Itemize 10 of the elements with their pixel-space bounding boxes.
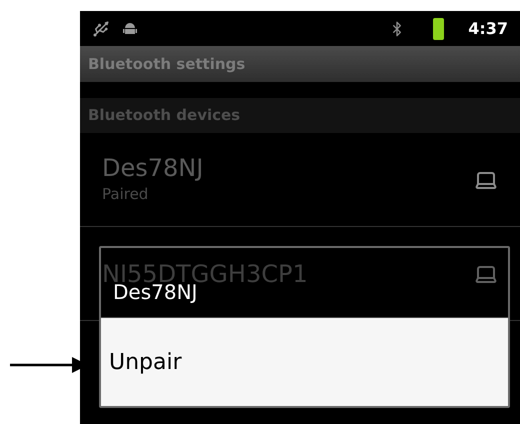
android-icon [122, 20, 138, 36]
usb-icon [92, 20, 110, 38]
device-row[interactable]: Des78NJ Paired [80, 133, 520, 227]
device-status: Paired [102, 184, 150, 206]
screen-title: Bluetooth settings [88, 54, 246, 75]
battery-icon [433, 18, 444, 40]
menu-item[interactable]: Unpair [101, 318, 508, 406]
section-title: Bluetooth devices [88, 105, 240, 126]
device-name: Des78NJ [102, 153, 204, 184]
clock-time: 4:37 [468, 18, 508, 40]
